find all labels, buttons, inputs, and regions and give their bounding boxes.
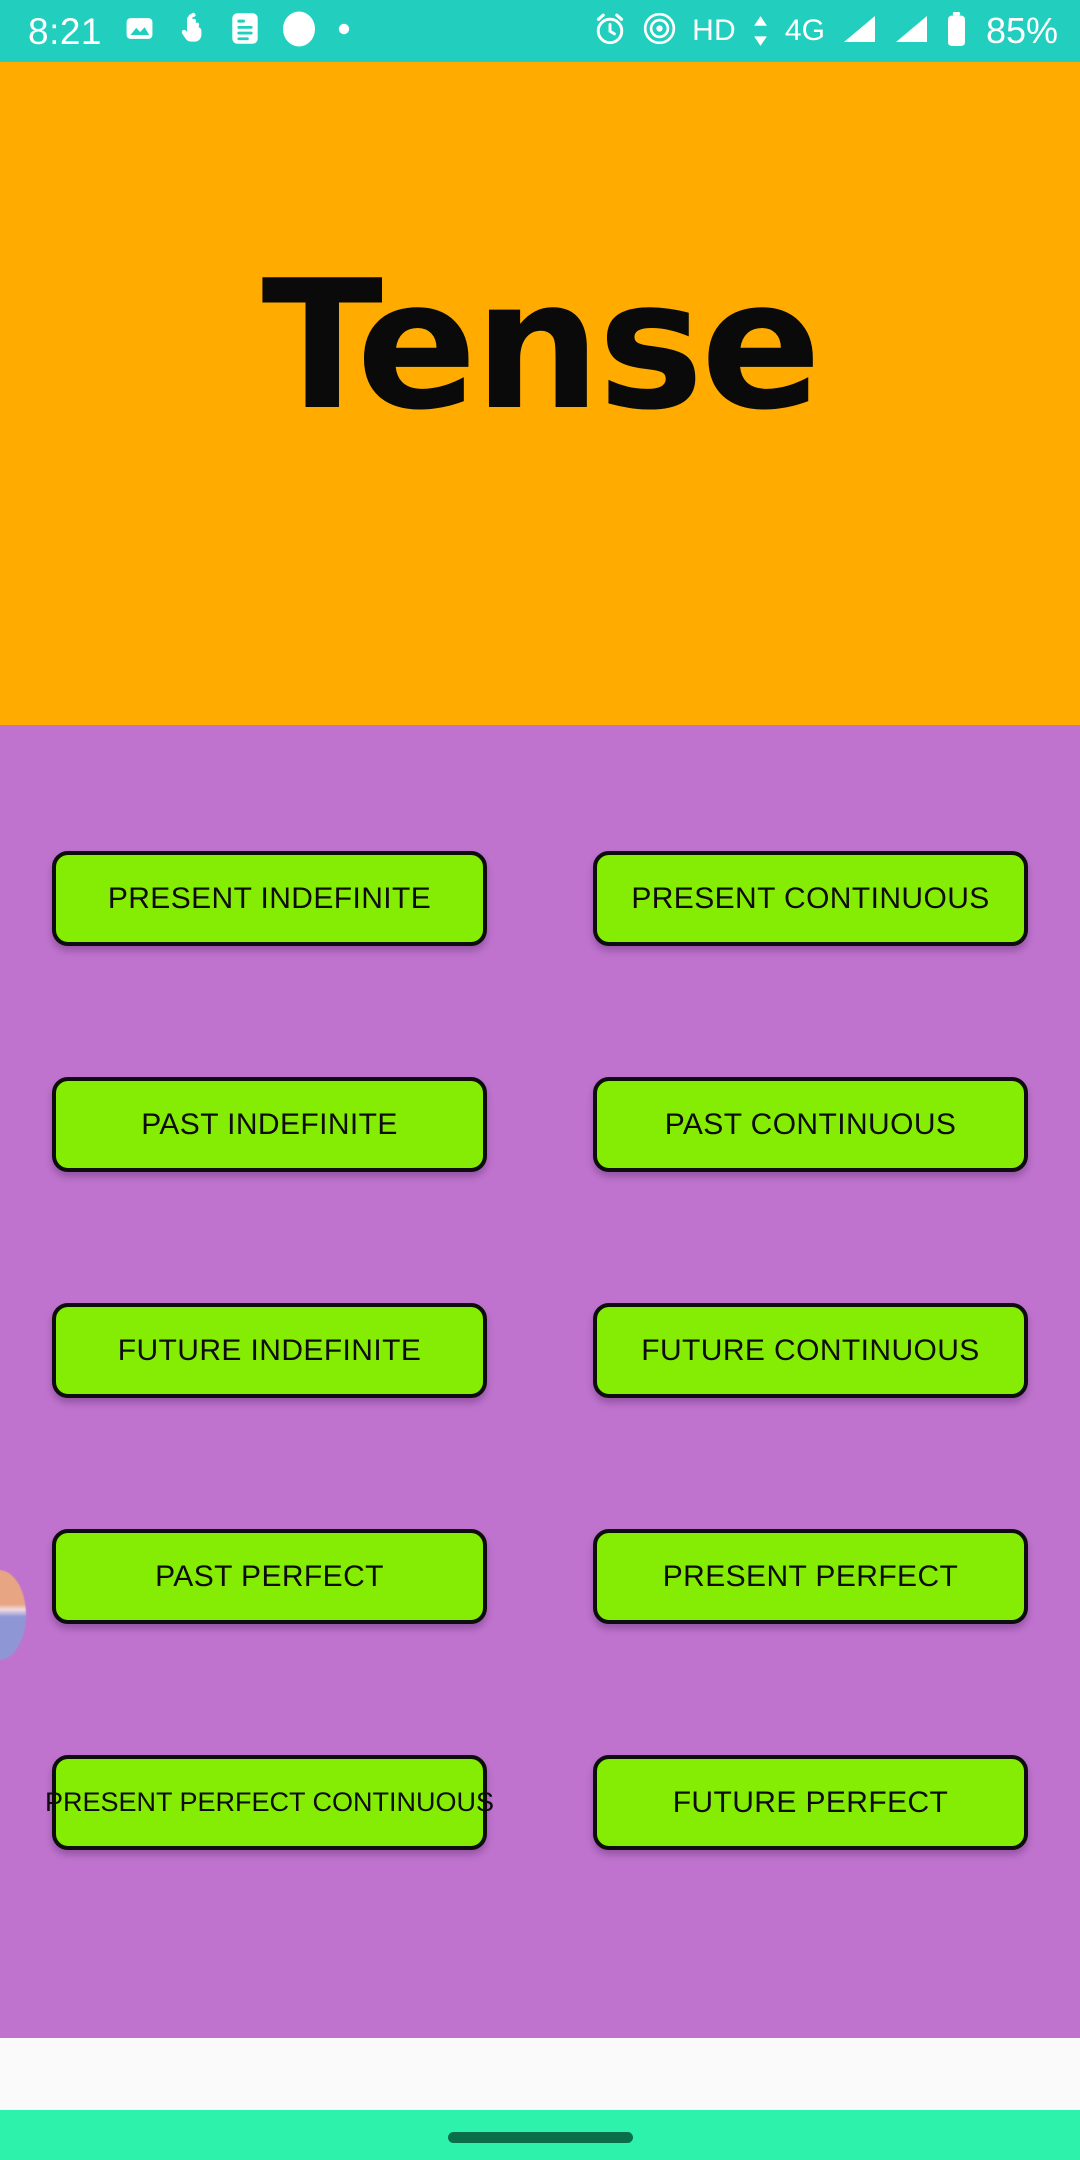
image-icon <box>124 13 155 49</box>
button-past-indefinite[interactable]: PAST INDEFINITE <box>52 1077 487 1172</box>
button-row: PAST INDEFINITE PAST CONTINUOUS <box>0 1077 1080 1303</box>
button-row: PRESENT INDEFINITE PRESENT CONTINUOUS <box>0 851 1080 1077</box>
signal-bars-icon-2 <box>893 14 929 49</box>
status-bar-left-group: 8:21 <box>28 11 350 52</box>
app-header: Tense <box>0 62 1080 725</box>
page-title: Tense <box>261 241 822 449</box>
button-past-continuous[interactable]: PAST CONTINUOUS <box>593 1077 1028 1172</box>
status-bar: 8:21 HD 4G 85% <box>0 0 1080 62</box>
hd-label: HD <box>692 14 736 47</box>
status-bar-clock: 8:21 <box>28 10 103 52</box>
button-row: FUTURE INDEFINITE FUTURE CONTINUOUS <box>0 1303 1080 1529</box>
button-present-continuous[interactable]: PRESENT CONTINUOUS <box>593 851 1028 946</box>
dot-icon <box>338 22 350 40</box>
button-future-continuous[interactable]: FUTURE CONTINUOUS <box>593 1303 1028 1398</box>
circle-notification-icon <box>282 11 316 52</box>
battery-icon <box>945 11 968 51</box>
button-past-perfect[interactable]: PAST PERFECT <box>52 1529 487 1624</box>
button-future-indefinite[interactable]: FUTURE INDEFINITE <box>52 1303 487 1398</box>
button-present-indefinite[interactable]: PRESENT INDEFINITE <box>52 851 487 946</box>
data-updown-arrows-icon <box>752 16 769 46</box>
button-row: PRESENT PERFECT CONTINUOUS FUTURE PERFEC… <box>0 1755 1080 1981</box>
status-bar-right-group: HD 4G 85% <box>593 10 1058 51</box>
bottom-spacer <box>0 2038 1080 2110</box>
button-future-perfect[interactable]: FUTURE PERFECT <box>593 1755 1028 1850</box>
home-indicator[interactable] <box>447 2131 633 2143</box>
hotspot-icon <box>643 12 676 50</box>
network-type-label: 4G <box>784 14 825 47</box>
touch-gesture-icon <box>177 12 208 50</box>
button-row: PAST PERFECT PRESENT PERFECT <box>0 1529 1080 1755</box>
system-navigation-bar <box>0 2110 1080 2160</box>
document-icon <box>230 12 260 50</box>
alarm-clock-icon <box>593 12 627 51</box>
main-content: PRESENT INDEFINITE PRESENT CONTINUOUS PA… <box>0 725 1080 2038</box>
battery-percentage-label: 85% <box>985 10 1058 51</box>
tense-button-grid: PRESENT INDEFINITE PRESENT CONTINUOUS PA… <box>0 851 1080 1981</box>
button-present-perfect[interactable]: PRESENT PERFECT <box>593 1529 1028 1624</box>
button-present-perfect-continuous[interactable]: PRESENT PERFECT CONTINUOUS <box>45 1755 494 1850</box>
signal-bars-icon-1 <box>841 14 877 49</box>
